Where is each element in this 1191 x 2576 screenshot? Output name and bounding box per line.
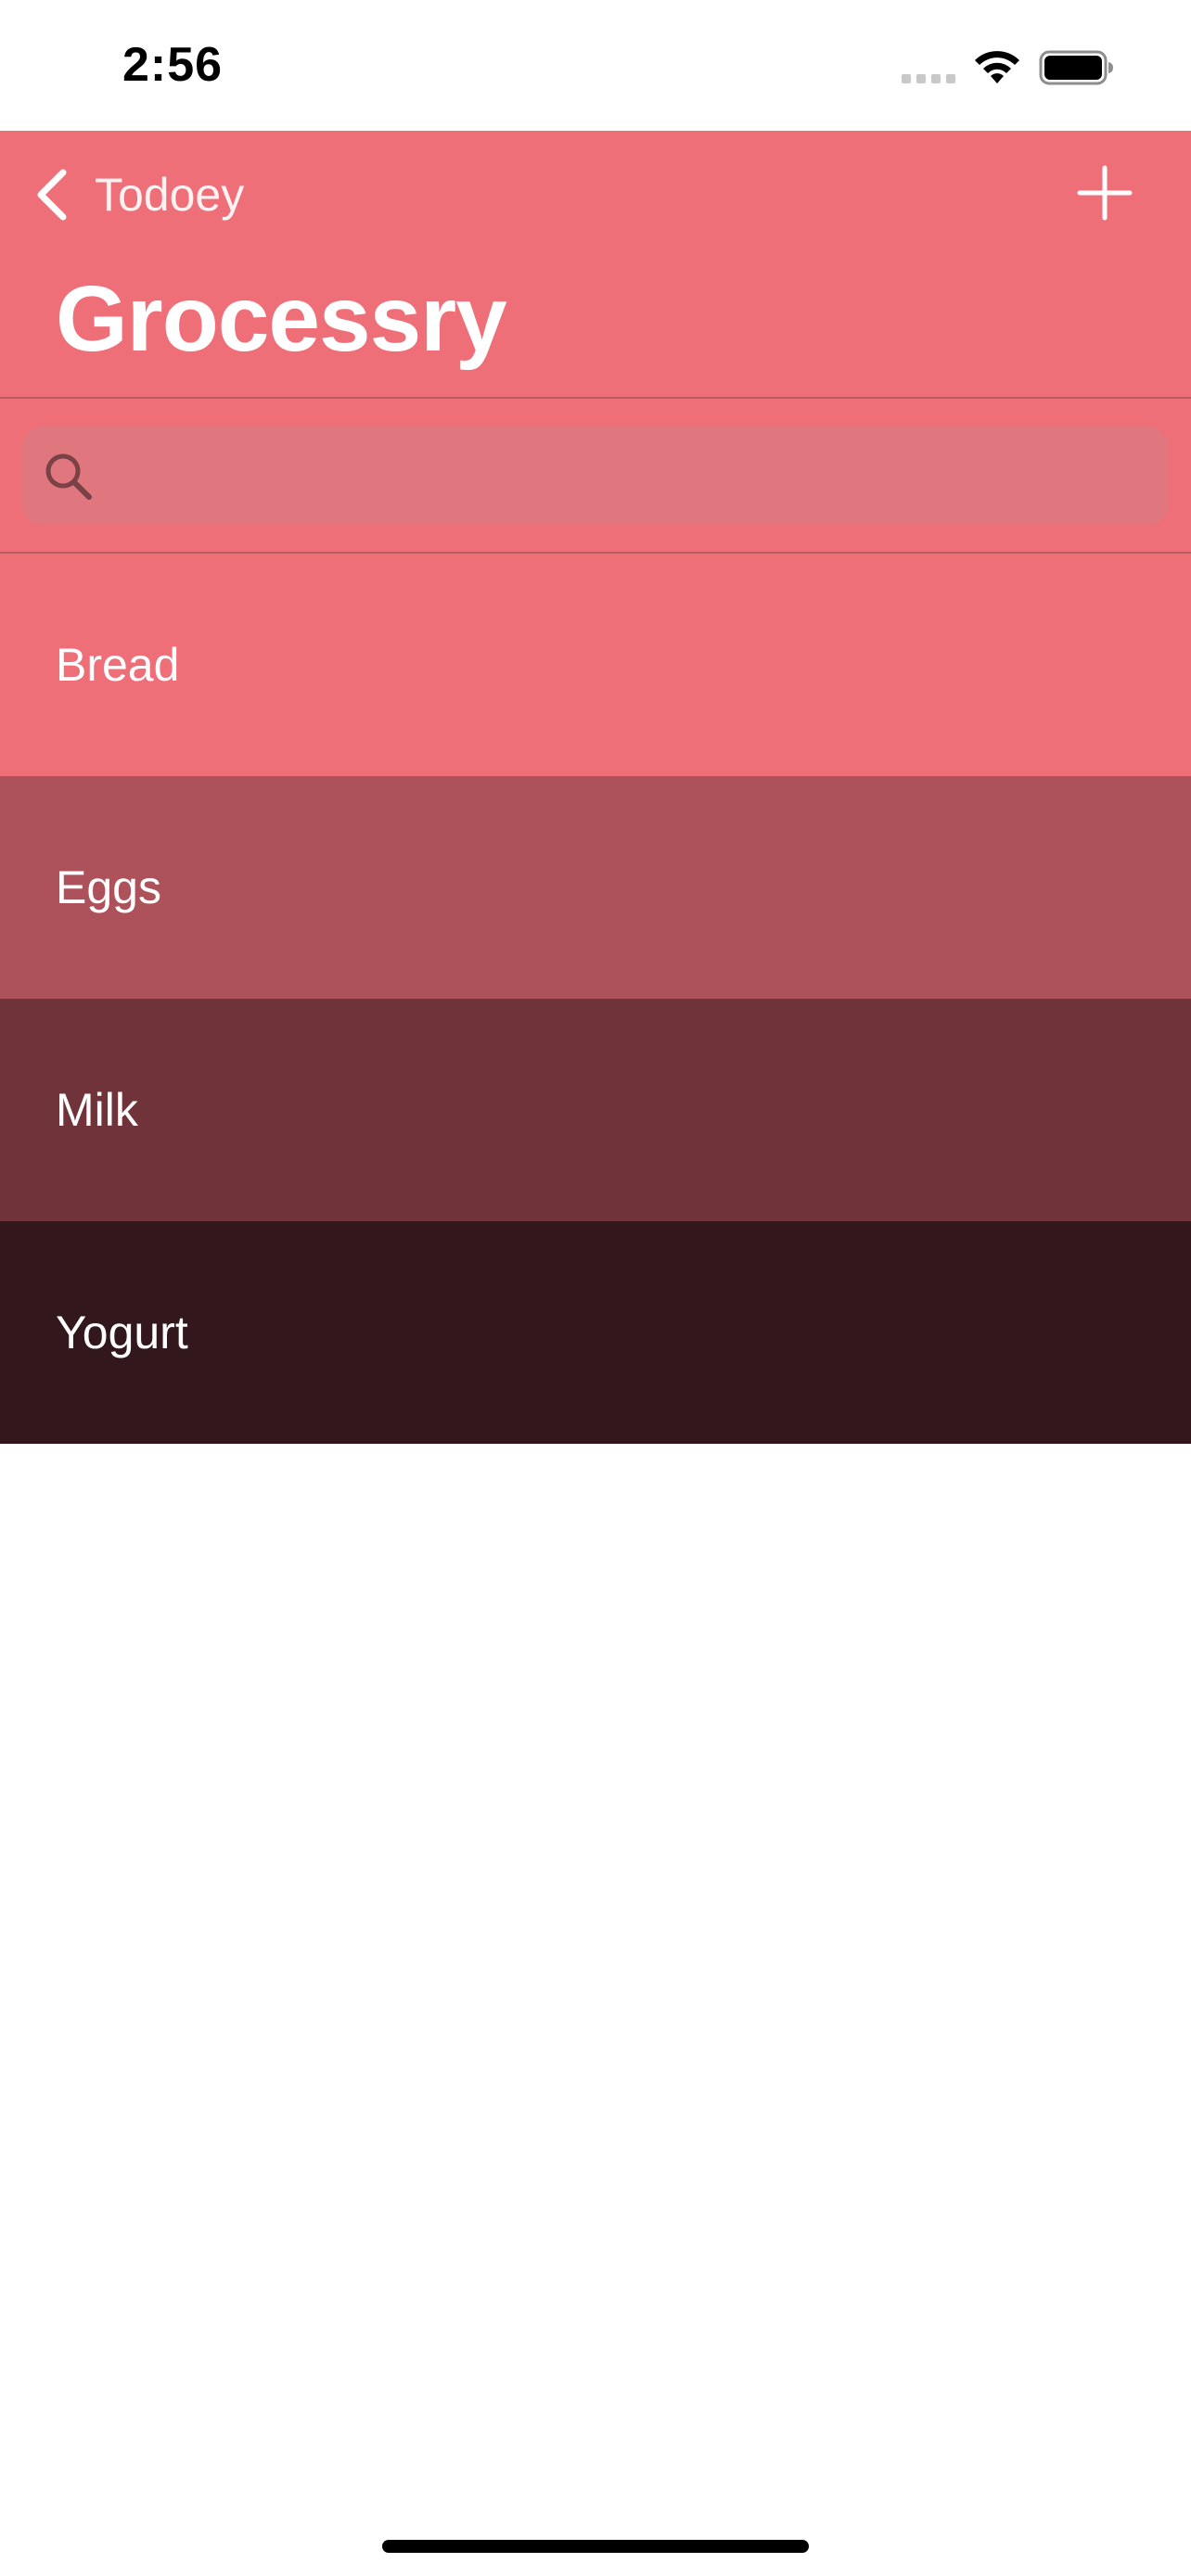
search-field[interactable] bbox=[22, 427, 1169, 527]
screen: 2:56 Todoey Grocessry Bread Eggs Milk Yo… bbox=[0, 0, 1191, 2576]
search-input[interactable] bbox=[111, 427, 1154, 527]
back-button[interactable]: Todoey bbox=[33, 162, 244, 227]
item-label: Milk bbox=[56, 1084, 138, 1136]
chevron-left-icon bbox=[37, 169, 67, 221]
list-item[interactable]: Yogurt bbox=[0, 1221, 1191, 1444]
item-label: Yogurt bbox=[56, 1307, 188, 1358]
wifi-icon bbox=[975, 51, 1019, 83]
list-item[interactable]: Eggs bbox=[0, 776, 1191, 999]
search-icon bbox=[45, 453, 92, 500]
list-item[interactable]: Bread bbox=[0, 554, 1191, 776]
status-bar: 2:56 bbox=[0, 0, 1191, 131]
status-time: 2:56 bbox=[122, 38, 224, 92]
item-label: Eggs bbox=[56, 861, 161, 913]
home-indicator[interactable] bbox=[382, 2540, 809, 2553]
item-list: Bread Eggs Milk Yogurt bbox=[0, 554, 1191, 1444]
page-title: Grocessry bbox=[56, 267, 507, 371]
navigation-bar: Todoey Grocessry bbox=[0, 131, 1191, 398]
search-bar bbox=[0, 399, 1191, 552]
plus-icon[interactable] bbox=[1076, 164, 1133, 222]
cellular-signal-icon bbox=[902, 74, 957, 83]
list-item[interactable]: Milk bbox=[0, 999, 1191, 1221]
battery-icon bbox=[1039, 50, 1113, 85]
item-label: Bread bbox=[56, 639, 180, 691]
back-button-label: Todoey bbox=[95, 169, 245, 221]
